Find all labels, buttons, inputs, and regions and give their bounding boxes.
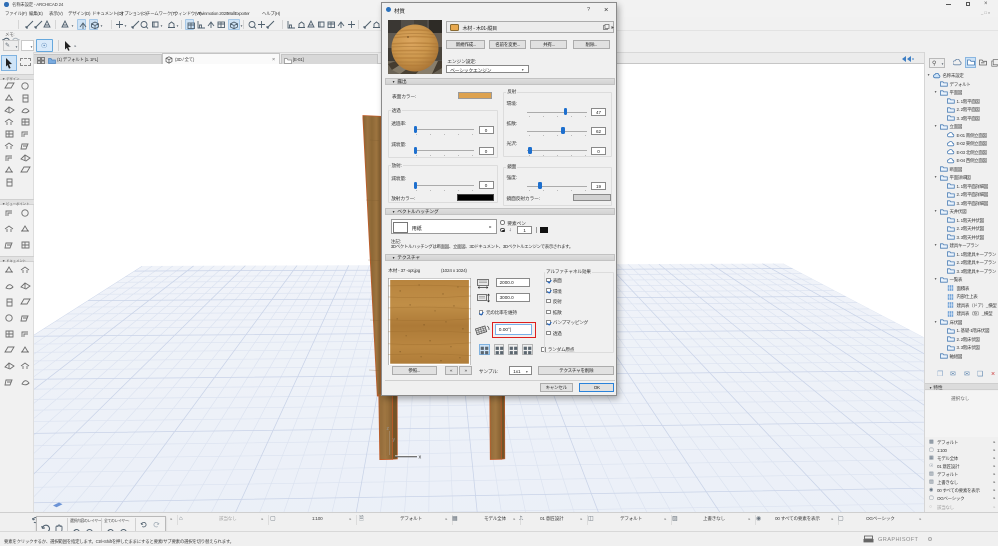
svg-text:y: y [393, 437, 396, 443]
svg-text:x: x [419, 455, 422, 461]
svg-text:z: z [387, 426, 390, 432]
